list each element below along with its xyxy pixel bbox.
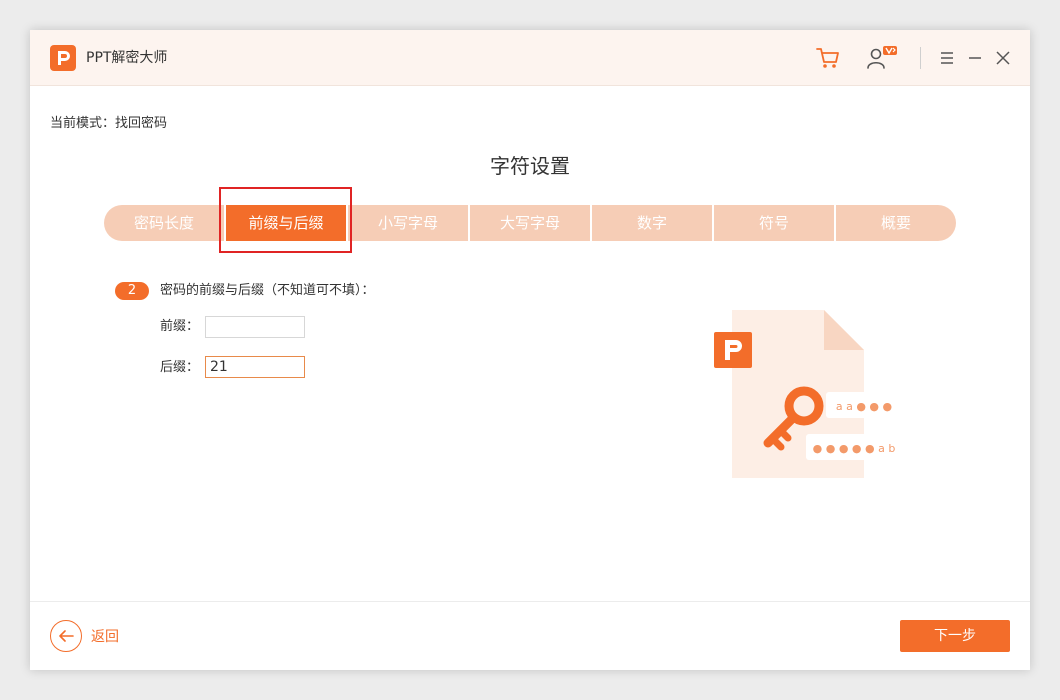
- settings-tab-bar: 密码长度 前缀与后缀 小写字母 大写字母 数字 符号 概要: [104, 205, 956, 241]
- user-vip-icon[interactable]: [865, 44, 899, 72]
- tab-digits[interactable]: 数字: [592, 205, 714, 241]
- tab-prefix-suffix[interactable]: 前缀与后缀: [226, 205, 348, 241]
- back-button[interactable]: 返回: [50, 620, 119, 652]
- back-label[interactable]: 返回: [91, 626, 119, 646]
- minimize-icon[interactable]: [965, 48, 985, 68]
- menu-icon[interactable]: [937, 48, 957, 68]
- close-icon[interactable]: [993, 48, 1013, 68]
- step-number-badge: 2: [115, 282, 149, 300]
- masked-password-top: a a ● ● ●: [836, 400, 892, 413]
- tab-lowercase[interactable]: 小写字母: [348, 205, 470, 241]
- tab-uppercase[interactable]: 大写字母: [470, 205, 592, 241]
- tab-symbols[interactable]: 符号: [714, 205, 836, 241]
- title-bar: PPT解密大师: [30, 30, 1030, 86]
- next-step-button[interactable]: 下一步: [900, 620, 1010, 652]
- tab-password-length[interactable]: 密码长度: [104, 205, 226, 241]
- footer-divider: [30, 601, 1030, 602]
- masked-password-bottom: ● ● ● ● ● a b: [813, 442, 896, 455]
- suffix-input[interactable]: [205, 356, 305, 378]
- current-mode-label: 当前模式：找回密码: [50, 116, 168, 131]
- prefix-input[interactable]: [205, 316, 305, 338]
- back-arrow-icon[interactable]: [50, 620, 82, 652]
- titlebar-divider: [920, 47, 921, 69]
- app-title: PPT解密大师: [86, 50, 168, 66]
- app-logo-icon: [50, 45, 76, 71]
- tab-summary[interactable]: 概要: [836, 205, 956, 241]
- section-title: 字符设置: [490, 154, 570, 178]
- password-file-illustration: a a ● ● ● ● ● ● ● ● a b: [712, 310, 912, 485]
- step-description: 密码的前缀与后缀（不知道可不填）：: [160, 283, 375, 298]
- suffix-label: 后缀：: [160, 360, 200, 375]
- prefix-label: 前缀：: [160, 319, 200, 334]
- cart-icon[interactable]: [814, 44, 842, 72]
- app-window: PPT解密大师 当前模式：找回密码 字符设置 密码长度 前缀与后缀 小写字母 大…: [30, 30, 1030, 670]
